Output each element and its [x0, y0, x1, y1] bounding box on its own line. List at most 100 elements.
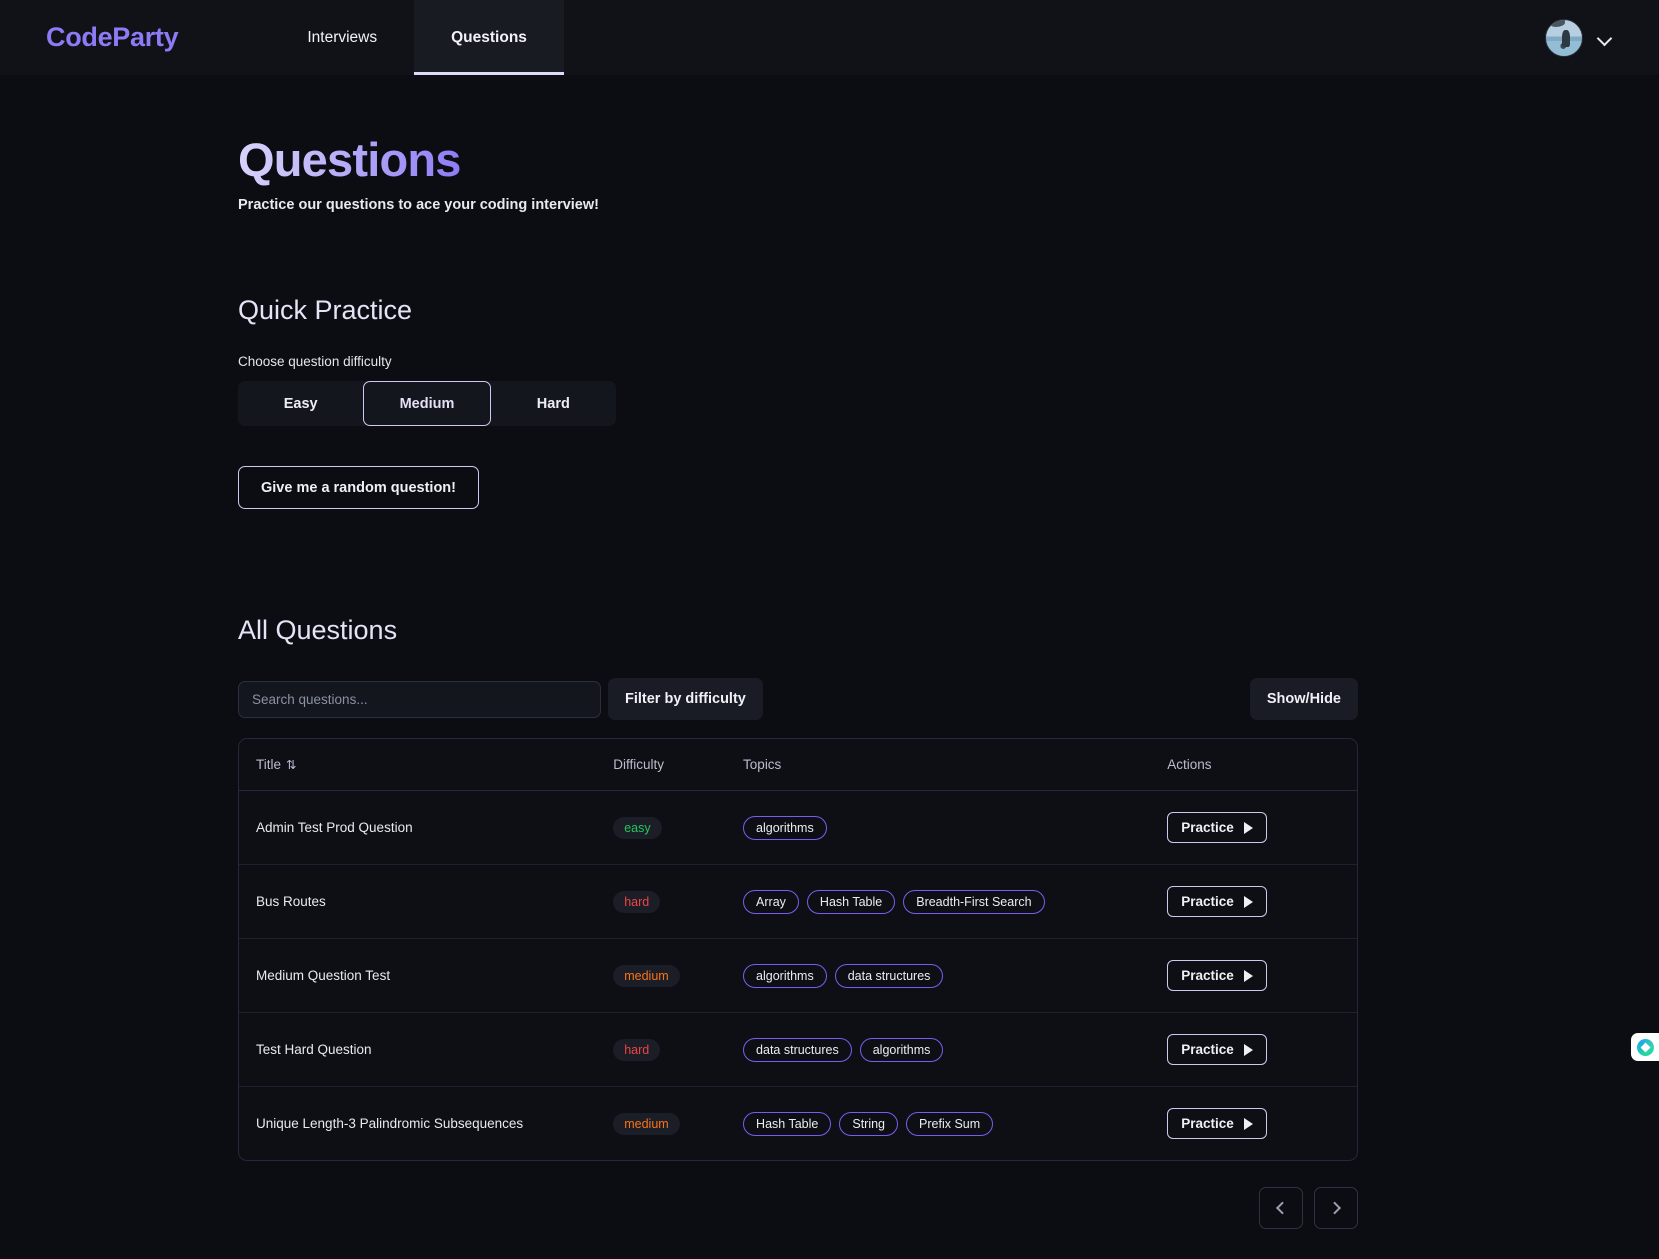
table-header-row: Title ⇅ Difficulty Topics Actions	[239, 739, 1357, 791]
play-icon	[1243, 1043, 1253, 1056]
row-topics-cell: algorithms data structures	[743, 938, 1168, 1013]
all-questions-section: All Questions Filter by difficulty Show/…	[238, 615, 1659, 1229]
show-hide-button[interactable]: Show/Hide	[1249, 678, 1358, 720]
row-title: Medium Question Test	[239, 938, 614, 1013]
column-header-topics: Topics	[743, 739, 1168, 791]
topic-chip[interactable]: algorithms	[859, 1037, 944, 1062]
topic-chip[interactable]: Prefix Sum	[906, 1111, 994, 1136]
pagination-prev-button[interactable]	[1259, 1187, 1303, 1229]
table-body: Admin Test Prod Question easy algorithms Pr…	[239, 790, 1357, 1161]
row-difficulty-cell: medium	[613, 938, 744, 1013]
row-actions-cell: Practice	[1167, 864, 1357, 939]
difficulty-badge: hard	[613, 1038, 661, 1061]
chevron-down-icon[interactable]	[1597, 30, 1613, 46]
row-topics-cell: algorithms	[743, 790, 1168, 865]
play-icon	[1243, 1117, 1253, 1130]
widget-diamond-icon	[1636, 1038, 1654, 1056]
row-difficulty-cell: hard	[613, 1012, 744, 1087]
table-row[interactable]: Unique Length-3 Palindromic Subsequences…	[239, 1087, 1357, 1161]
row-actions-cell: Practice	[1167, 1012, 1357, 1087]
practice-button-label: Practice	[1181, 1116, 1234, 1131]
column-header-actions: Actions	[1167, 739, 1357, 791]
nav-tab-questions[interactable]: Questions	[414, 0, 564, 75]
page-subtitle: Practice our questions to ace your codin…	[238, 197, 599, 213]
page-content: Questions Practice our questions to ace …	[0, 75, 1659, 1229]
topic-chip[interactable]: Breadth-First Search	[903, 889, 1045, 914]
questions-table: Title ⇅ Difficulty Topics Actions Admin T…	[238, 738, 1358, 1161]
table-row[interactable]: Medium Question Test medium algorithms data…	[239, 938, 1357, 1013]
practice-button[interactable]: Practice	[1167, 886, 1267, 917]
topic-chip-list: data structures algorithms	[743, 1037, 1167, 1062]
quick-practice-title: Quick Practice	[238, 295, 413, 325]
questions-filter-bar: Filter by difficulty Show/Hide	[238, 678, 1358, 720]
topic-chip-list: algorithms	[743, 815, 1167, 840]
row-title: Admin Test Prod Question	[239, 790, 614, 865]
pagination-next-button[interactable]	[1314, 1187, 1358, 1229]
topic-chip[interactable]: Array	[743, 889, 799, 914]
table-row[interactable]: Admin Test Prod Question easy algorithms Pr…	[239, 790, 1357, 865]
topic-chip-list: Array Hash Table Breadth-First Search	[743, 889, 1167, 914]
row-difficulty-cell: easy	[613, 790, 744, 865]
search-input[interactable]	[238, 680, 601, 718]
choose-difficulty-label: Choose question difficulty	[238, 354, 392, 369]
difficulty-badge: hard	[613, 890, 661, 913]
sort-icon[interactable]: ⇅	[286, 758, 296, 772]
random-question-button[interactable]: Give me a random question!	[238, 466, 479, 509]
nav-tabs: Interviews Questions	[270, 0, 564, 75]
row-title: Bus Routes	[239, 864, 614, 939]
topic-chip[interactable]: String	[839, 1111, 899, 1136]
row-actions-cell: Practice	[1167, 938, 1357, 1013]
difficulty-badge: medium	[613, 964, 680, 987]
row-title: Unique Length-3 Palindromic Subsequences	[256, 1116, 524, 1131]
difficulty-badge: medium	[613, 1112, 680, 1135]
topic-chip[interactable]: Hash Table	[806, 889, 896, 914]
practice-button-label: Practice	[1181, 894, 1234, 909]
difficulty-option-hard[interactable]: Hard	[491, 381, 616, 426]
row-actions-cell: Practice	[1167, 790, 1357, 865]
pagination	[238, 1187, 1358, 1229]
quick-practice-section: Quick Practice Choose question difficult…	[238, 295, 1659, 509]
all-questions-title: All Questions	[238, 615, 398, 645]
table-row[interactable]: Test Hard Question hard data structures alg…	[239, 1012, 1357, 1087]
nav-tab-interviews[interactable]: Interviews	[270, 0, 414, 75]
difficulty-option-medium[interactable]: Medium	[363, 381, 491, 426]
difficulty-option-easy[interactable]: Easy	[238, 381, 363, 426]
chevron-left-icon	[1275, 1201, 1289, 1215]
row-topics-cell: data structures algorithms	[743, 1012, 1168, 1087]
account-menu[interactable]	[1545, 18, 1633, 57]
page-title: Questions	[238, 133, 461, 186]
filter-by-difficulty-button[interactable]: Filter by difficulty	[608, 678, 763, 720]
table-row[interactable]: Bus Routes hard Array Hash Table Breadth-Fir…	[239, 864, 1357, 939]
difficulty-segmented-control: Easy Medium Hard	[238, 381, 616, 426]
practice-button-label: Practice	[1181, 968, 1234, 983]
practice-button[interactable]: Practice	[1167, 1034, 1267, 1065]
chevron-right-icon	[1328, 1201, 1342, 1215]
practice-button[interactable]: Practice	[1167, 812, 1267, 843]
topic-chip[interactable]: algorithms	[743, 815, 827, 840]
topic-chip[interactable]: data structures	[743, 1037, 852, 1062]
top-navbar: CodeParty Interviews Questions	[0, 0, 1659, 75]
column-header-title-label: Title	[256, 757, 282, 772]
topic-chip-list: Hash Table String Prefix Sum	[743, 1111, 1167, 1136]
column-header-title[interactable]: Title ⇅	[239, 739, 614, 791]
play-icon	[1243, 821, 1253, 834]
topic-chip[interactable]: data structures	[834, 963, 944, 988]
row-difficulty-cell: medium	[613, 1087, 743, 1161]
practice-button[interactable]: Practice	[1167, 1108, 1267, 1139]
row-topics-cell: Hash Table String Prefix Sum	[743, 1087, 1167, 1161]
topic-chip[interactable]: algorithms	[743, 963, 827, 988]
practice-button-label: Practice	[1181, 1042, 1234, 1057]
brand-logo[interactable]: CodeParty	[46, 22, 179, 53]
avatar[interactable]	[1545, 18, 1583, 57]
row-difficulty-cell: hard	[613, 864, 744, 939]
topic-chip-list: algorithms data structures	[743, 963, 1167, 988]
topic-chip[interactable]: Hash Table	[743, 1111, 832, 1136]
practice-button[interactable]: Practice	[1167, 960, 1267, 991]
column-header-difficulty: Difficulty	[613, 739, 744, 791]
floating-widget-button[interactable]	[1631, 1033, 1659, 1061]
row-topics-cell: Array Hash Table Breadth-First Search	[743, 864, 1168, 939]
play-icon	[1243, 969, 1253, 982]
difficulty-badge: easy	[613, 816, 662, 839]
row-title: Test Hard Question	[239, 1012, 614, 1087]
play-icon	[1243, 895, 1253, 908]
